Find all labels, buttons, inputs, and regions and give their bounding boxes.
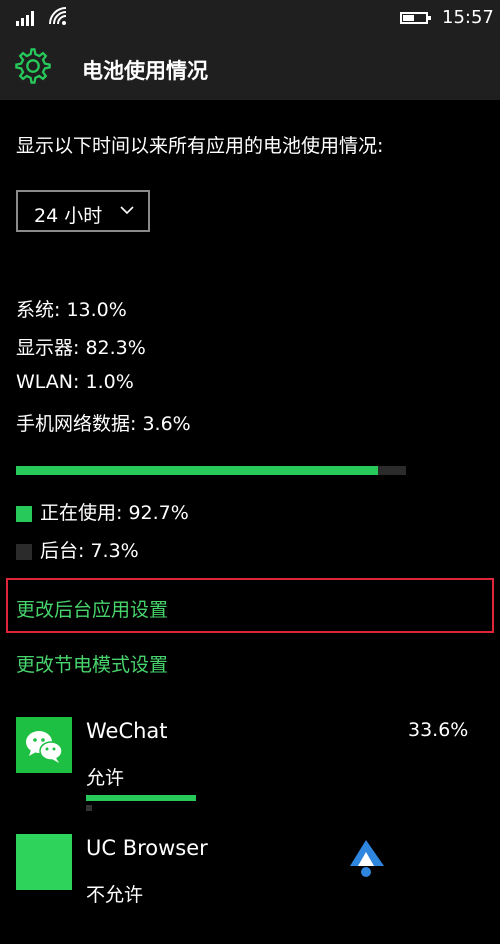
- wifi-icon: [49, 7, 67, 25]
- battery-saver-link[interactable]: 更改节电模式设置: [16, 650, 168, 677]
- app-row-wechat[interactable]: WeChat 允许 33.6%: [0, 717, 500, 827]
- app-name: WeChat: [86, 719, 168, 743]
- usage-bar: [16, 466, 406, 475]
- time-range-value: 24 小时: [34, 205, 103, 227]
- watermark: [340, 826, 500, 889]
- battery-icon: [400, 12, 431, 24]
- stat-wlan: WLAN1.0%: [16, 371, 134, 393]
- uc-browser-icon: [16, 834, 72, 890]
- wechat-icon: [16, 717, 72, 773]
- stat-display: 显示器82.3%: [16, 333, 146, 360]
- app-usage-bar-fill: [86, 795, 196, 801]
- app-status: 不允许: [86, 884, 144, 906]
- legend-swatch-background: [16, 544, 32, 560]
- app-status: 允许: [86, 767, 125, 789]
- time-range-dropdown[interactable]: 24 小时: [16, 190, 150, 232]
- stat-system: 系统13.0%: [16, 295, 127, 322]
- legend-swatch-in-use: [16, 506, 32, 522]
- status-bar: 15:57: [0, 0, 500, 36]
- app-usage-bar: [86, 795, 196, 801]
- status-time: 15:57: [442, 7, 494, 28]
- stat-cellular: 手机网络数据3.6%: [16, 409, 191, 436]
- intro-text: 显示以下时间以来所有应用的电池使用情况:: [16, 135, 384, 157]
- app-percent: 33.6%: [408, 719, 469, 741]
- gear-icon[interactable]: [14, 47, 52, 85]
- chevron-down-icon: [120, 206, 134, 215]
- usage-bar-fill: [16, 466, 378, 475]
- signal-strength-icon: [16, 10, 38, 26]
- battery-level: [403, 15, 414, 21]
- watermark-logo-icon: [350, 840, 384, 877]
- app-name: UC Browser: [86, 836, 208, 860]
- page-header: 电池使用情况: [0, 36, 500, 100]
- app-background-bar: [86, 805, 92, 811]
- page-title: 电池使用情况: [82, 59, 208, 83]
- background-apps-link[interactable]: 更改后台应用设置: [16, 595, 168, 622]
